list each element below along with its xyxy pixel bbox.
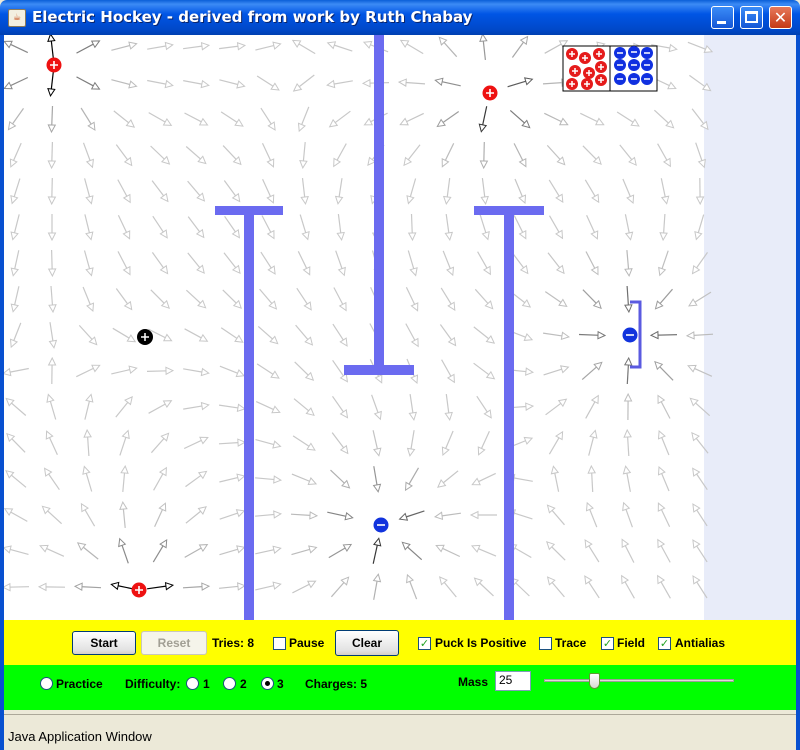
difficulty-label: Difficulty:	[125, 677, 181, 691]
close-icon: ✕	[773, 8, 788, 27]
wall-center-cap	[344, 365, 414, 375]
wall-left-post	[244, 215, 254, 620]
title-bar[interactable]: ☕ Electric Hockey - derived from work by…	[0, 0, 800, 35]
tries-counter: Tries: 8	[212, 636, 255, 650]
positive-charge[interactable]	[482, 85, 498, 101]
difficulty-3-label[interactable]: 3	[277, 677, 284, 691]
antialias-checkbox[interactable]: ✓	[658, 637, 671, 650]
status-bar: Java Application Window	[4, 714, 796, 747]
negative-charge[interactable]	[622, 327, 638, 343]
difficulty-2-radio[interactable]	[223, 677, 236, 690]
mass-label: Mass	[458, 675, 489, 689]
field-checkbox[interactable]: ✓	[601, 637, 614, 650]
negative-charge-pile-icon[interactable]	[614, 46, 653, 85]
minimize-button[interactable]	[711, 6, 734, 29]
charge-bag[interactable]	[562, 45, 658, 92]
puck-positive-checkbox[interactable]: ✓	[418, 637, 431, 650]
trace-label[interactable]: Trace	[555, 636, 586, 650]
positive-charge[interactable]	[131, 582, 147, 598]
options-bar: Practice Difficulty: 1 2 3 Charges: 5 Ma…	[4, 665, 796, 710]
wall-left-cap	[215, 206, 283, 215]
clear-button[interactable]: Clear	[335, 630, 399, 656]
wall-center-post	[374, 35, 384, 365]
mass-input[interactable]: 25	[495, 671, 531, 691]
antialias-label[interactable]: Antialias	[675, 636, 725, 650]
minimize-icon	[717, 21, 726, 24]
field-canvas[interactable]	[4, 35, 796, 620]
maximize-button[interactable]	[740, 6, 763, 29]
practice-radio[interactable]	[40, 677, 53, 690]
window-frame-right	[796, 35, 800, 750]
window-title: Electric Hockey - derived from work by R…	[32, 8, 473, 26]
maximize-icon	[745, 11, 758, 23]
mass-slider-track[interactable]	[544, 679, 734, 682]
wall-right-post	[504, 215, 514, 620]
difficulty-1-radio[interactable]	[186, 677, 199, 690]
practice-label[interactable]: Practice	[56, 677, 103, 691]
positive-charge-pile-icon[interactable]	[566, 48, 607, 90]
mass-slider[interactable]	[544, 673, 734, 689]
charges-counter: Charges: 5	[305, 677, 368, 691]
trace-checkbox[interactable]	[539, 637, 552, 650]
positive-charge[interactable]	[46, 57, 62, 73]
field-label[interactable]: Field	[617, 636, 645, 650]
close-button[interactable]: ✕	[769, 6, 792, 29]
java-cup-icon: ☕	[8, 9, 26, 27]
wall-right-cap	[474, 206, 544, 215]
difficulty-2-label[interactable]: 2	[240, 677, 247, 691]
difficulty-3-radio[interactable]	[261, 677, 274, 690]
mass-slider-thumb[interactable]	[589, 673, 600, 689]
pause-checkbox[interactable]	[273, 637, 286, 650]
reset-button[interactable]: Reset	[141, 631, 207, 655]
control-bar: Start Reset Tries: 8 Pause Clear ✓ Puck …	[4, 620, 796, 665]
playing-field[interactable]	[4, 35, 796, 620]
start-button[interactable]: Start	[72, 631, 136, 655]
difficulty-1-label[interactable]: 1	[203, 677, 210, 691]
pause-label[interactable]: Pause	[289, 636, 324, 650]
puck-positive-label[interactable]: Puck Is Positive	[435, 636, 526, 650]
negative-charge[interactable]	[373, 517, 389, 533]
status-text: Java Application Window	[8, 729, 152, 744]
puck[interactable]	[137, 329, 153, 345]
